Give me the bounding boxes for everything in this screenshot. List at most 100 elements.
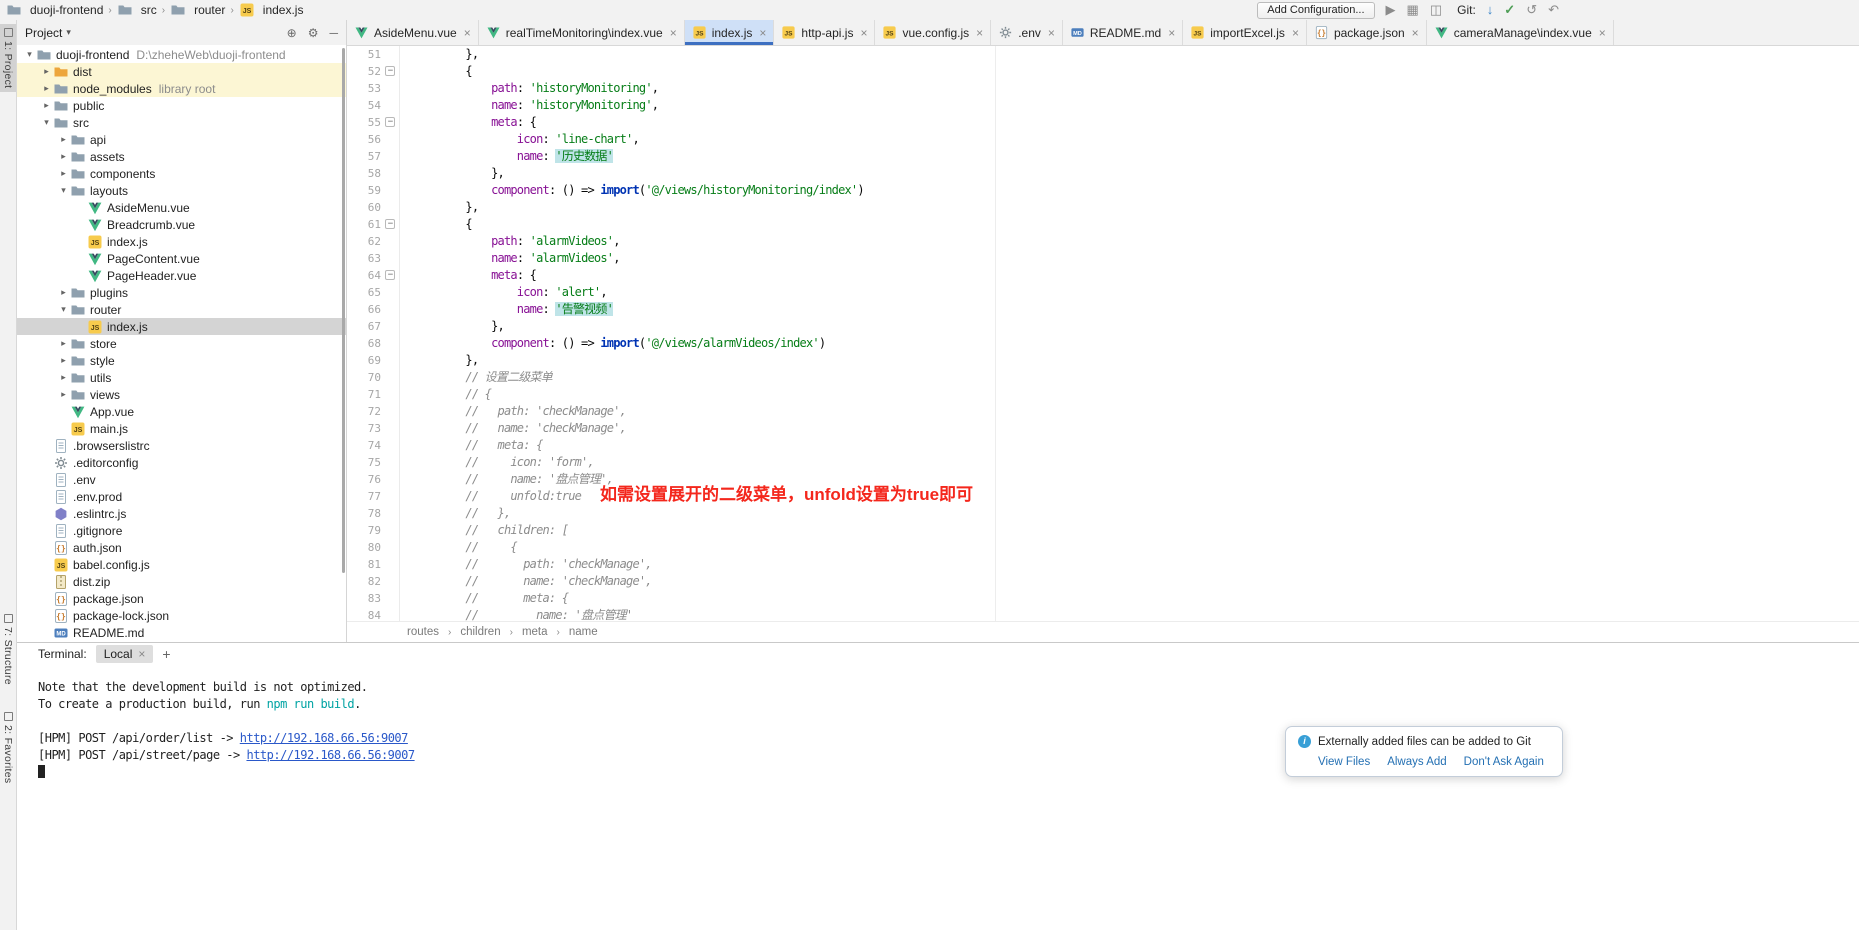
chevron-right-icon[interactable]: ▸ xyxy=(57,168,70,179)
close-icon[interactable]: × xyxy=(138,647,145,661)
tree-item-src[interactable]: ▾src xyxy=(17,114,346,131)
chevron-right-icon[interactable]: ▸ xyxy=(40,83,53,94)
new-terminal-button[interactable]: + xyxy=(162,646,170,662)
chevron-right-icon[interactable]: ▸ xyxy=(57,389,70,400)
tree-item-package-json[interactable]: {}package.json xyxy=(17,590,346,607)
close-tab-icon[interactable]: × xyxy=(1599,26,1606,40)
tree-item-index-js[interactable]: JSindex.js xyxy=(17,233,346,250)
close-tab-icon[interactable]: × xyxy=(670,26,677,40)
code-line[interactable]: 70 // 设置二级菜单 xyxy=(347,369,1859,386)
code-line[interactable]: 56 icon: 'line-chart', xyxy=(347,131,1859,148)
terminal-tab-local[interactable]: Local × xyxy=(96,645,154,663)
code-line[interactable]: 71 // { xyxy=(347,386,1859,403)
close-tab-icon[interactable]: × xyxy=(860,26,867,40)
history-icon[interactable]: ↺ xyxy=(1526,0,1537,20)
line-number[interactable]: 53 xyxy=(347,80,381,97)
code-line[interactable]: 80 // { xyxy=(347,539,1859,556)
tree-item-store[interactable]: ▸store xyxy=(17,335,346,352)
tree-item-auth-json[interactable]: {}auth.json xyxy=(17,539,346,556)
tree-item-editorconfig[interactable]: .editorconfig xyxy=(17,454,346,471)
chevron-right-icon[interactable]: ▸ xyxy=(57,151,70,162)
code-line[interactable]: 72 // path: 'checkManage', xyxy=(347,403,1859,420)
notification-action-don-t-ask-again[interactable]: Don't Ask Again xyxy=(1464,756,1544,768)
editor-tab-env[interactable]: .env× xyxy=(991,20,1063,45)
editor-tab-index-js[interactable]: JSindex.js× xyxy=(685,20,775,45)
fold-icon[interactable]: − xyxy=(385,219,395,229)
line-number[interactable]: 70 xyxy=(347,369,381,386)
editor-breadcrumb-meta[interactable]: meta xyxy=(522,626,548,638)
tree-item-env[interactable]: .env xyxy=(17,471,346,488)
code-line[interactable]: 65 icon: 'alert', xyxy=(347,284,1859,301)
code-line[interactable]: 54 name: 'historyMonitoring', xyxy=(347,97,1859,114)
rollback-icon[interactable]: ↶ xyxy=(1548,0,1559,20)
tree-item-browserslistrc[interactable]: .browserslistrc xyxy=(17,437,346,454)
notification-action-view-files[interactable]: View Files xyxy=(1318,756,1370,768)
line-number[interactable]: 63 xyxy=(347,250,381,267)
line-number[interactable]: 60 xyxy=(347,199,381,216)
line-number[interactable]: 56 xyxy=(347,131,381,148)
tree-item-dist-zip[interactable]: dist.zip xyxy=(17,573,346,590)
git-update-icon[interactable]: ↓ xyxy=(1487,0,1494,20)
code-line[interactable]: 61− { xyxy=(347,216,1859,233)
line-number[interactable]: 58 xyxy=(347,165,381,182)
tool-button-project[interactable]: 1: Project xyxy=(0,24,16,92)
line-number[interactable]: 75 xyxy=(347,454,381,471)
chevron-down-icon[interactable]: ▾ xyxy=(23,49,36,60)
line-number[interactable]: 77 xyxy=(347,488,381,505)
tree-item-package-lock-json[interactable]: {}package-lock.json xyxy=(17,607,346,624)
code-line[interactable]: 83 // meta: { xyxy=(347,590,1859,607)
chevron-down-icon[interactable]: ▾ xyxy=(66,27,71,38)
code-line[interactable]: 77 // unfold:true xyxy=(347,488,1859,505)
editor-tab-vue-config-js[interactable]: JSvue.config.js× xyxy=(875,20,991,45)
line-number[interactable]: 57 xyxy=(347,148,381,165)
chevron-right-icon[interactable]: ▸ xyxy=(40,66,53,77)
close-tab-icon[interactable]: × xyxy=(1412,26,1419,40)
close-tab-icon[interactable]: × xyxy=(976,26,983,40)
code-line[interactable]: 81 // path: 'checkManage', xyxy=(347,556,1859,573)
chevron-right-icon[interactable]: ▸ xyxy=(40,100,53,111)
breadcrumb-item-router[interactable]: router xyxy=(170,2,225,18)
line-number[interactable]: 54 xyxy=(347,97,381,114)
code-line[interactable]: 66 name: '告警视频' xyxy=(347,301,1859,318)
line-number[interactable]: 69 xyxy=(347,352,381,369)
line-number[interactable]: 79 xyxy=(347,522,381,539)
code-line[interactable]: 75 // icon: 'form', xyxy=(347,454,1859,471)
tree-item-babel-config-js[interactable]: JSbabel.config.js xyxy=(17,556,346,573)
tree-item-main-js[interactable]: JSmain.js xyxy=(17,420,346,437)
code-line[interactable]: 68 component: () => import('@/views/alar… xyxy=(347,335,1859,352)
line-number[interactable]: 65 xyxy=(347,284,381,301)
line-number[interactable]: 51 xyxy=(347,46,381,63)
line-number[interactable]: 84 xyxy=(347,607,381,622)
fold-icon[interactable]: − xyxy=(385,270,395,280)
code-line[interactable]: 82 // name: 'checkManage', xyxy=(347,573,1859,590)
tree-item-components[interactable]: ▸components xyxy=(17,165,346,182)
editor-tab-http-api-js[interactable]: JShttp-api.js× xyxy=(774,20,875,45)
line-number[interactable]: 71 xyxy=(347,386,381,403)
code-line[interactable]: 62 path: 'alarmVideos', xyxy=(347,233,1859,250)
project-panel-title[interactable]: Project xyxy=(25,26,62,40)
editor-tab-package-json[interactable]: {}package.json× xyxy=(1307,20,1427,45)
tree-item-utils[interactable]: ▸utils xyxy=(17,369,346,386)
tree-item-eslintrc-js[interactable]: .eslintrc.js xyxy=(17,505,346,522)
tree-item-router[interactable]: ▾router xyxy=(17,301,346,318)
tree-item-style[interactable]: ▸style xyxy=(17,352,346,369)
editor-tab-readme-md[interactable]: MDREADME.md× xyxy=(1063,20,1183,45)
tree-item-dist[interactable]: ▸dist xyxy=(17,63,346,80)
chevron-down-icon[interactable]: ▾ xyxy=(57,185,70,196)
tree-item-gitignore[interactable]: .gitignore xyxy=(17,522,346,539)
code-line[interactable]: 78 // }, xyxy=(347,505,1859,522)
tree-item-pageheader-vue[interactable]: PageHeader.vue xyxy=(17,267,346,284)
line-number[interactable]: 74 xyxy=(347,437,381,454)
chevron-right-icon[interactable]: ▸ xyxy=(57,372,70,383)
code-line[interactable]: 55− meta: { xyxy=(347,114,1859,131)
fold-icon[interactable]: − xyxy=(385,117,395,127)
close-tab-icon[interactable]: × xyxy=(1168,26,1175,40)
code-line[interactable]: 84 // name: '盘点管理' xyxy=(347,607,1859,622)
tree-item-app-vue[interactable]: App.vue xyxy=(17,403,346,420)
notification-action-always-add[interactable]: Always Add xyxy=(1387,756,1446,768)
code-line[interactable]: 60 }, xyxy=(347,199,1859,216)
tree-item-asidemenu-vue[interactable]: AsideMenu.vue xyxy=(17,199,346,216)
tree-item-env-prod[interactable]: .env.prod xyxy=(17,488,346,505)
tree-item-views[interactable]: ▸views xyxy=(17,386,346,403)
breadcrumb-item-src[interactable]: src xyxy=(117,2,157,18)
